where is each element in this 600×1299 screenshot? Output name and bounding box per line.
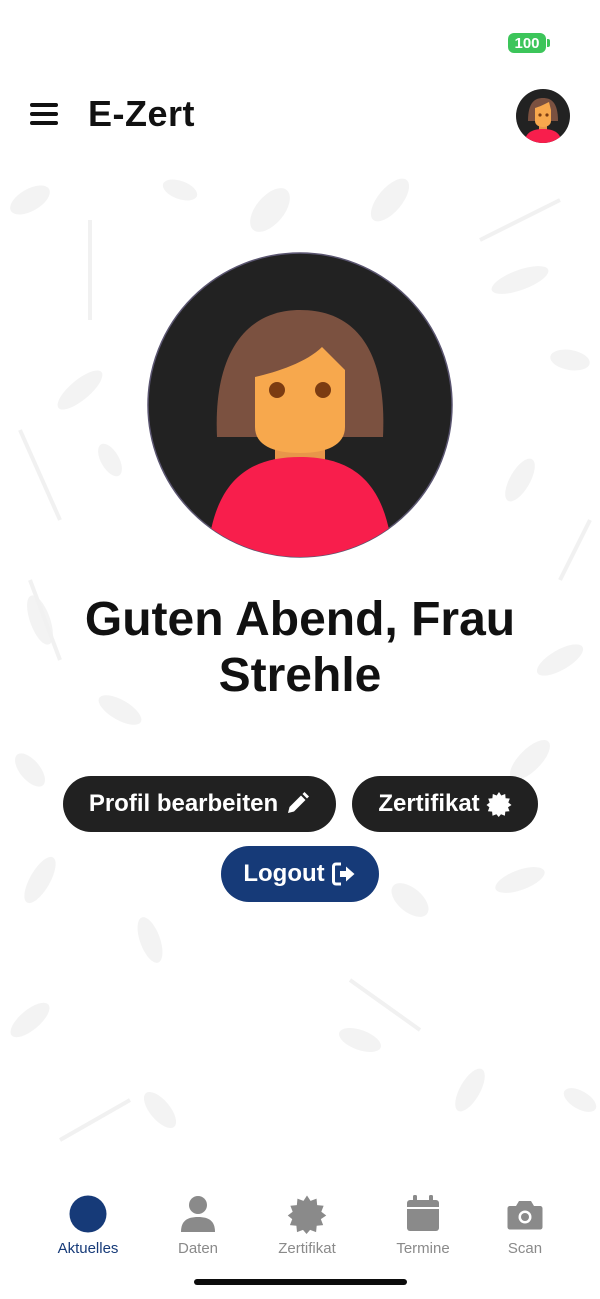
battery-tip (547, 39, 550, 47)
home-indicator (194, 1279, 407, 1285)
edit-profile-button[interactable]: Profil bearbeiten (63, 776, 336, 832)
certificate-button[interactable]: Zertifikat (352, 776, 538, 832)
battery-level: 100 (514, 34, 540, 52)
user-icon (181, 1196, 215, 1232)
logout-button[interactable]: Logout (221, 846, 379, 902)
tab-label: Scan (507, 1240, 543, 1257)
badge-icon (486, 792, 512, 817)
tab-label: Zertifikat (278, 1240, 336, 1257)
sign-out-icon (331, 862, 355, 886)
pencil-icon (288, 792, 310, 813)
circle-icon (69, 1195, 107, 1233)
badge-icon (287, 1195, 327, 1234)
tab-daten[interactable]: Daten (143, 1194, 253, 1257)
calendar-icon (407, 1195, 439, 1231)
edit-profile-label: Profil bearbeiten (88, 790, 279, 817)
greeting-heading: Guten Abend, Frau Strehle (84, 593, 516, 702)
tab-label: Aktuelles (57, 1240, 119, 1257)
tab-label: Daten (177, 1240, 219, 1257)
battery-indicator: 100 (508, 33, 546, 53)
profile-avatar-icon[interactable] (515, 88, 571, 144)
app-title: E-Zert (88, 93, 196, 134)
tab-scan[interactable]: Scan (470, 1194, 580, 1257)
profile-picture-icon (147, 252, 453, 558)
logout-label: Logout (243, 860, 325, 887)
tab-termine[interactable]: Termine (368, 1194, 478, 1257)
hamburger-menu-icon[interactable] (28, 100, 60, 128)
tab-label: Termine (396, 1240, 450, 1257)
tab-zertifikat[interactable]: Zertifikat (252, 1194, 362, 1257)
tab-aktuelles[interactable]: Aktuelles (33, 1194, 143, 1257)
certificate-label: Zertifikat (378, 790, 480, 817)
camera-icon (507, 1201, 543, 1230)
